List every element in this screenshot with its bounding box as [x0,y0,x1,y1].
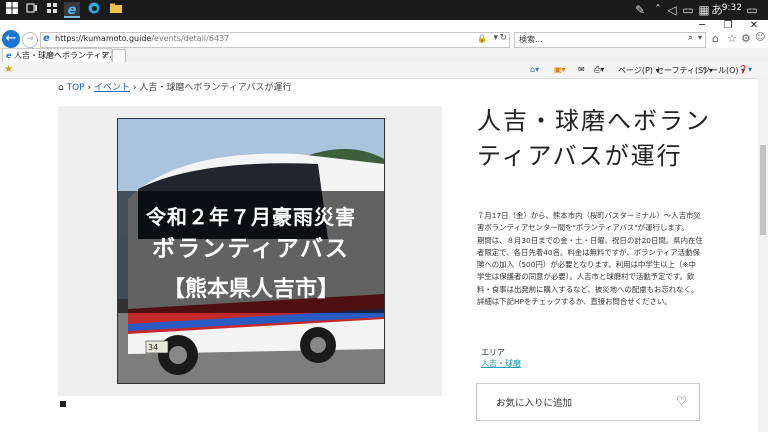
heart-icon: ♡ [676,394,687,408]
tab-favicon-icon: e [6,51,12,60]
refresh-icon[interactable]: ↻ [499,33,507,43]
command-bar: ★ ⌂▾ ▣▾ ✉ ⎙▾ ページ(P) ▾ セーフティ(S) ▾ ツール(O) … [0,62,768,79]
home-breadcrumb-icon[interactable]: ⌂ [58,83,64,93]
help-icon[interactable]: ❓▾ [738,65,752,74]
breadcrumb-current: 人吉・球磨へボランティアバスが運行 [139,83,292,93]
image-caption-line1: 令和２年７月豪雨災害 [146,205,356,229]
lock-icon[interactable]: 🔒 [477,34,487,43]
search-icon[interactable]: ⌕ [688,33,693,43]
url-path: /events/detail/6437 [151,34,230,43]
search-dropdown-icon[interactable]: ▾ [698,33,702,42]
address-bar[interactable]: e https://kumamoto.guide/events/detail/6… [40,32,510,48]
url-host: https://kumamoto.guide [55,34,152,43]
task-view-icon[interactable] [24,2,40,18]
dropdown-icon[interactable]: ▾ [493,33,498,43]
file-explorer-icon[interactable] [108,2,124,18]
breadcrumb-separator: › [87,83,92,93]
breadcrumb-separator: › [132,83,137,93]
feeds-icon[interactable]: ▣▾ [554,65,566,74]
event-description: ７月17日（金）から、熊本市内（桜町バスターミナル）～人吉市災害ボランティアセン… [477,211,703,307]
taskbar: e ✎ ˆ ◁ ▭ ▦ あ 9:32 ▭ [0,0,768,20]
windows-start-icon[interactable] [4,2,20,18]
breadcrumb-top[interactable]: TOP [67,83,85,93]
forward-button[interactable]: → [22,32,38,48]
add-favorite-button[interactable]: お気に入りに追加 ♡ [476,383,700,421]
clock[interactable]: 9:32 [722,3,742,13]
notification-icon[interactable]: ▭ [744,2,760,18]
slide-indicator[interactable] [60,401,66,407]
edge-icon[interactable] [86,2,102,18]
home-command-icon[interactable]: ⌂▾ [530,65,539,74]
scrollbar-thumb[interactable] [760,145,766,235]
volunteer-bus-image[interactable]: 34 令和２年７月豪雨災害 ボランティアバス 【熊本県人吉市】 [117,118,385,384]
pen-icon[interactable]: ✎ [632,2,648,18]
add-favorite-label: お気に入りに追加 [496,398,573,409]
internet-explorer-taskbar-icon[interactable]: e [64,2,80,18]
battery-icon[interactable]: ▭ [680,2,696,18]
url-text[interactable]: https://kumamoto.guide/events/detail/643… [55,34,229,43]
smiley-icon[interactable]: ☺ [755,32,765,43]
breadcrumb: ⌂ TOP › イベント › 人吉・球磨へボランティアバスが運行 [58,80,291,93]
new-tab-button[interactable] [112,49,126,63]
tab-active[interactable]: e 人吉・球磨へボランティアバスが... × [2,48,112,63]
license-plate: 34 [148,343,159,352]
image-caption-line3: 【熊本県人吉市】 [162,276,339,302]
breadcrumb-events[interactable]: イベント [94,83,130,93]
scrollbar[interactable] [758,78,768,432]
page-menu[interactable]: ページ(P) ▾ [618,65,659,76]
gear-icon[interactable]: ⚙ [741,32,751,45]
mail-icon[interactable]: ✉ [578,65,585,74]
area-link[interactable]: 人吉・球磨 [481,358,521,369]
ie-favicon-icon: e [43,33,50,44]
area-label: エリア [481,348,505,357]
settings-icon[interactable] [44,2,60,18]
image-caption-line2: ボランティアバス [152,235,350,262]
search-box[interactable]: 検索... ⌕ ▾ [514,32,706,48]
page-title: 人吉・球磨へボランティアバスが運行 [477,107,711,170]
home-icon[interactable]: ⌂ [712,32,719,45]
back-button[interactable]: ← [2,30,20,48]
search-input[interactable]: 検索... [519,34,543,45]
tab-title: 人吉・球磨へボランティアバスが... [13,51,111,60]
favorites-bar-icon[interactable]: ★ [4,64,13,75]
tab-close-button[interactable]: × [101,49,108,62]
print-icon[interactable]: ⎙▾ [594,65,604,75]
volume-icon[interactable]: ◁ [664,2,680,18]
favorites-star-icon[interactable]: ☆ [727,32,737,45]
